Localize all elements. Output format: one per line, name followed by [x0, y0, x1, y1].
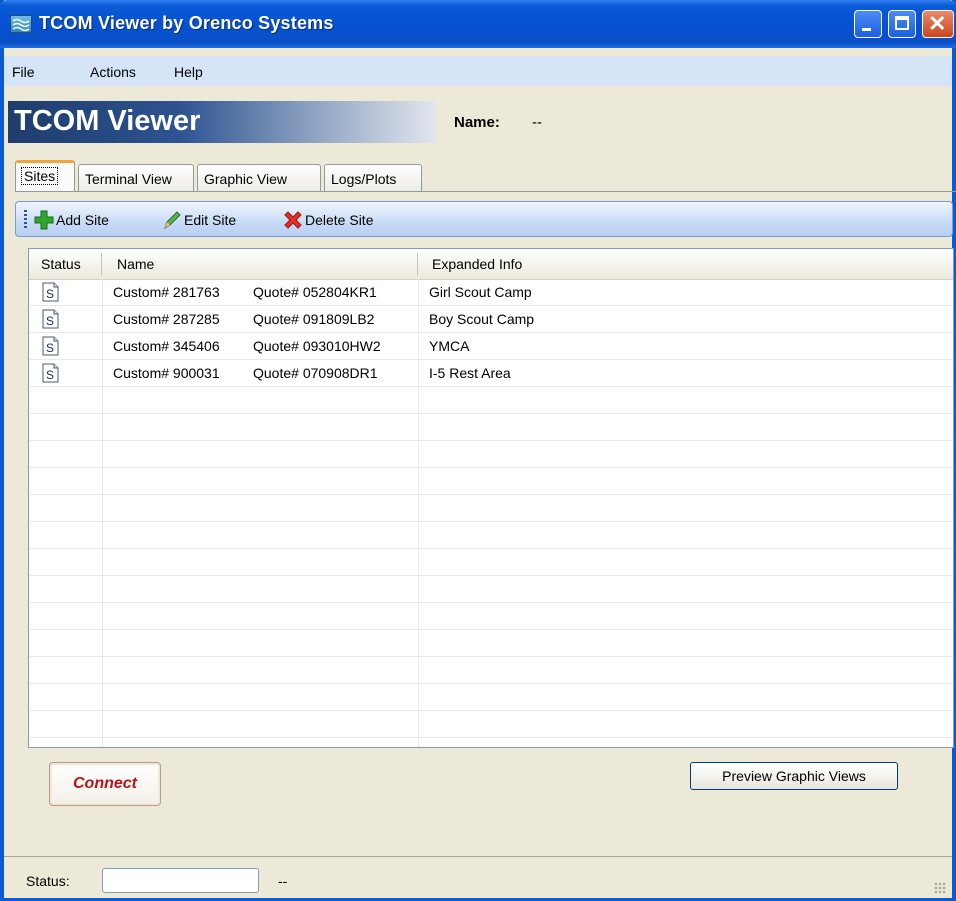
table-row[interactable]: [29, 711, 953, 738]
svg-text:S: S: [46, 314, 54, 328]
app-window: TCOM Viewer by Orenco Systems ✕ File Act…: [0, 0, 956, 901]
table-row[interactable]: [29, 495, 953, 522]
delete-site-button[interactable]: Delete Site: [283, 210, 403, 230]
maximize-icon: [895, 16, 909, 30]
column-header-status[interactable]: Status: [33, 249, 103, 279]
connect-button[interactable]: Connect: [49, 762, 161, 806]
status-progress-field: [102, 868, 259, 893]
resize-grip[interactable]: [934, 882, 946, 894]
site-quote-number: Quote# 052804KR1: [253, 284, 377, 300]
tab-label: Sites: [20, 167, 59, 185]
delete-site-label: Delete Site: [305, 212, 374, 228]
site-custom-number: Custom# 345406: [113, 338, 220, 354]
menu-file[interactable]: File: [12, 64, 35, 80]
table-row[interactable]: S Custom# 345406 Quote# 093010HW2 YMCA: [29, 333, 953, 360]
menu-bar: File Actions Help: [4, 56, 952, 86]
document-s-icon: S: [42, 282, 59, 302]
grid-header: Status Name Expanded Info: [29, 249, 953, 280]
site-custom-number: Custom# 900031: [113, 365, 220, 381]
minimize-icon: [862, 28, 871, 31]
table-row[interactable]: [29, 684, 953, 711]
add-site-label: Add Site: [56, 212, 109, 228]
column-gridline: [102, 279, 103, 747]
pencil-icon: [164, 211, 181, 230]
tab-terminal-view[interactable]: Terminal View: [78, 164, 194, 191]
site-expanded-info: Boy Scout Camp: [429, 311, 535, 327]
tab-graphic-view[interactable]: Graphic View: [197, 164, 321, 191]
app-icon: [10, 15, 32, 33]
status-value: --: [278, 873, 288, 889]
menu-help[interactable]: Help: [174, 64, 203, 80]
edit-site-label: Edit Site: [184, 212, 237, 228]
table-row[interactable]: [29, 630, 953, 657]
table-row[interactable]: [29, 576, 953, 603]
name-label: Name:: [454, 114, 500, 131]
document-s-icon: S: [42, 336, 59, 356]
add-site-button[interactable]: Add Site: [34, 210, 144, 230]
table-row[interactable]: S Custom# 281763 Quote# 052804KR1 Girl Scou…: [29, 279, 953, 306]
site-quote-number: Quote# 093010HW2: [253, 338, 381, 354]
column-header-expanded-info[interactable]: Expanded Info: [424, 249, 724, 279]
table-row[interactable]: [29, 387, 953, 414]
tab-logs-plots[interactable]: Logs/Plots: [324, 164, 422, 191]
table-row[interactable]: [29, 414, 953, 441]
close-button[interactable]: ✕: [922, 10, 954, 38]
sites-grid[interactable]: Status Name Expanded Info S Custom# 28176…: [28, 248, 954, 748]
table-row[interactable]: [29, 738, 953, 747]
red-x-icon: [284, 211, 302, 229]
table-row[interactable]: [29, 603, 953, 630]
maximize-button[interactable]: [888, 10, 916, 38]
status-label: Status:: [26, 873, 70, 889]
tab-sites[interactable]: Sites: [15, 160, 75, 192]
svg-text:S: S: [46, 341, 54, 355]
tab-label: Terminal View: [85, 171, 172, 187]
table-row[interactable]: S Custom# 287285 Quote# 091809LB2 Boy Scout…: [29, 306, 953, 333]
site-quote-number: Quote# 091809LB2: [253, 311, 375, 327]
column-divider[interactable]: [101, 253, 102, 275]
name-value: --: [532, 114, 542, 131]
table-row[interactable]: [29, 441, 953, 468]
site-custom-number: Custom# 287285: [113, 311, 220, 327]
plus-icon: [34, 210, 54, 230]
svg-text:S: S: [46, 287, 54, 301]
document-s-icon: S: [42, 309, 59, 329]
table-row[interactable]: S Custom# 900031 Quote# 070908DR1 I-5 Rest …: [29, 360, 953, 387]
preview-graphic-views-button[interactable]: Preview Graphic Views: [690, 762, 898, 790]
window-title: TCOM Viewer by Orenco Systems: [39, 13, 334, 33]
column-divider[interactable]: [417, 253, 418, 275]
status-bar: Status: --: [4, 856, 952, 898]
column-gridline: [418, 279, 419, 747]
table-row[interactable]: [29, 468, 953, 495]
document-s-icon: S: [42, 363, 59, 383]
toolbar: Add Site Edit Site Delete Site: [15, 201, 953, 237]
tab-panel-border: [15, 191, 956, 192]
site-quote-number: Quote# 070908DR1: [253, 365, 378, 381]
site-expanded-info: YMCA: [429, 338, 470, 354]
close-icon: ✕: [928, 11, 947, 36]
title-bar[interactable]: TCOM Viewer by Orenco Systems ✕: [0, 0, 956, 48]
site-expanded-info: Girl Scout Camp: [429, 284, 532, 300]
site-custom-number: Custom# 281763: [113, 284, 220, 300]
edit-site-button[interactable]: Edit Site: [162, 210, 262, 230]
table-row[interactable]: [29, 522, 953, 549]
tab-label: Logs/Plots: [331, 171, 397, 187]
table-row[interactable]: [29, 657, 953, 684]
grid-rows: S Custom# 281763 Quote# 052804KR1 Girl Scou…: [29, 279, 953, 747]
toolbar-grip[interactable]: [24, 210, 27, 230]
table-row[interactable]: [29, 549, 953, 576]
menu-actions[interactable]: Actions: [90, 64, 136, 80]
app-banner: TCOM Viewer: [8, 101, 436, 143]
site-expanded-info: I-5 Rest Area: [429, 365, 511, 381]
minimize-button[interactable]: [854, 10, 882, 38]
column-header-name[interactable]: Name: [109, 249, 409, 279]
tab-label: Graphic View: [204, 171, 288, 187]
svg-text:S: S: [46, 368, 54, 382]
banner-title: TCOM Viewer: [14, 105, 201, 137]
connect-label: Connect: [73, 775, 137, 792]
